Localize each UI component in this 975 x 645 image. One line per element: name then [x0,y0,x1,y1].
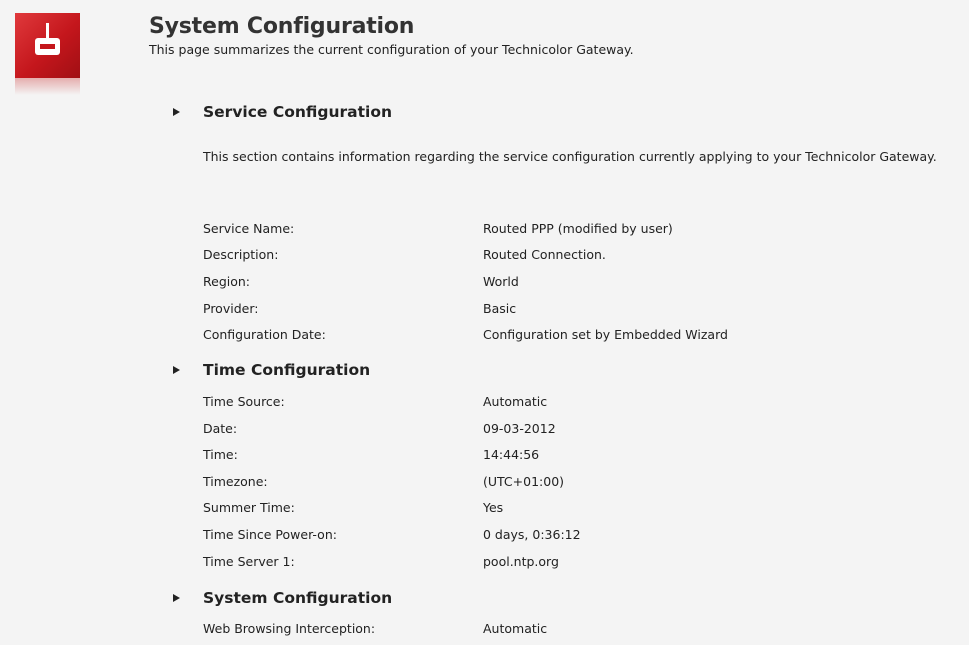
info-row: Service Name: Routed PPP (modified by us… [203,221,903,241]
system-configuration-heading[interactable]: System Configuration [173,589,392,607]
info-row: Configuration Date: Configuration set by… [203,327,903,347]
info-row: Web Browsing Interception: Automatic [203,621,903,641]
expand-arrow-icon[interactable] [173,594,180,602]
field-value: Automatic [483,621,548,636]
field-label: Date: [203,421,238,436]
info-row: Summer Time: Yes [203,500,903,520]
field-value: World [483,274,519,289]
field-label: Summer Time: [203,500,295,515]
section-title: Time Configuration [203,361,371,379]
field-label: Service Name: [203,221,295,236]
info-row: Time: 14:44:56 [203,447,903,467]
info-row: Time Source: Automatic [203,394,903,414]
field-label: Provider: [203,301,259,316]
field-label: Region: [203,274,251,289]
expand-arrow-icon[interactable] [173,366,180,374]
info-row: Date: 09-03-2012 [203,421,903,441]
service-configuration-heading[interactable]: Service Configuration [173,103,392,121]
field-value: Routed Connection. [483,247,606,262]
field-value: Basic [483,301,517,316]
info-row: Description: Routed Connection. [203,247,903,267]
field-label: Time: [203,447,238,462]
service-section-description: This section contains information regard… [203,149,937,164]
time-configuration-heading[interactable]: Time Configuration [173,361,370,379]
field-value: Yes [483,500,504,515]
expand-arrow-icon[interactable] [173,108,180,116]
page-subtitle: This page summarizes the current configu… [149,42,634,57]
gateway-logo-icon [15,13,80,78]
page-right-border [969,0,975,645]
field-value: (UTC+01:00) [483,474,565,489]
field-label: Time Since Power-on: [203,527,337,542]
field-value: Configuration set by Embedded Wizard [483,327,728,342]
section-title: System Configuration [203,589,393,607]
info-row: Time Since Power-on: 0 days, 0:36:12 [203,527,903,547]
info-row: Timezone: (UTC+01:00) [203,474,903,494]
field-label: Time Server 1: [203,554,295,569]
field-value: 14:44:56 [483,447,540,462]
field-label: Timezone: [203,474,268,489]
field-label: Description: [203,247,279,262]
page-title: System Configuration [149,14,415,39]
field-value: Routed PPP (modified by user) [483,221,673,236]
field-label: Time Source: [203,394,285,409]
field-value: 0 days, 0:36:12 [483,527,581,542]
info-row: Provider: Basic [203,301,903,321]
field-value: 09-03-2012 [483,421,556,436]
info-row: Region: World [203,274,903,294]
field-label: Configuration Date: [203,327,326,342]
info-row: Time Server 1: pool.ntp.org [203,554,903,574]
field-value: Automatic [483,394,548,409]
gateway-logo [15,13,80,95]
section-title: Service Configuration [203,103,393,121]
field-label: Web Browsing Interception: [203,621,376,636]
logo-reflection [15,78,80,95]
field-value: pool.ntp.org [483,554,559,569]
